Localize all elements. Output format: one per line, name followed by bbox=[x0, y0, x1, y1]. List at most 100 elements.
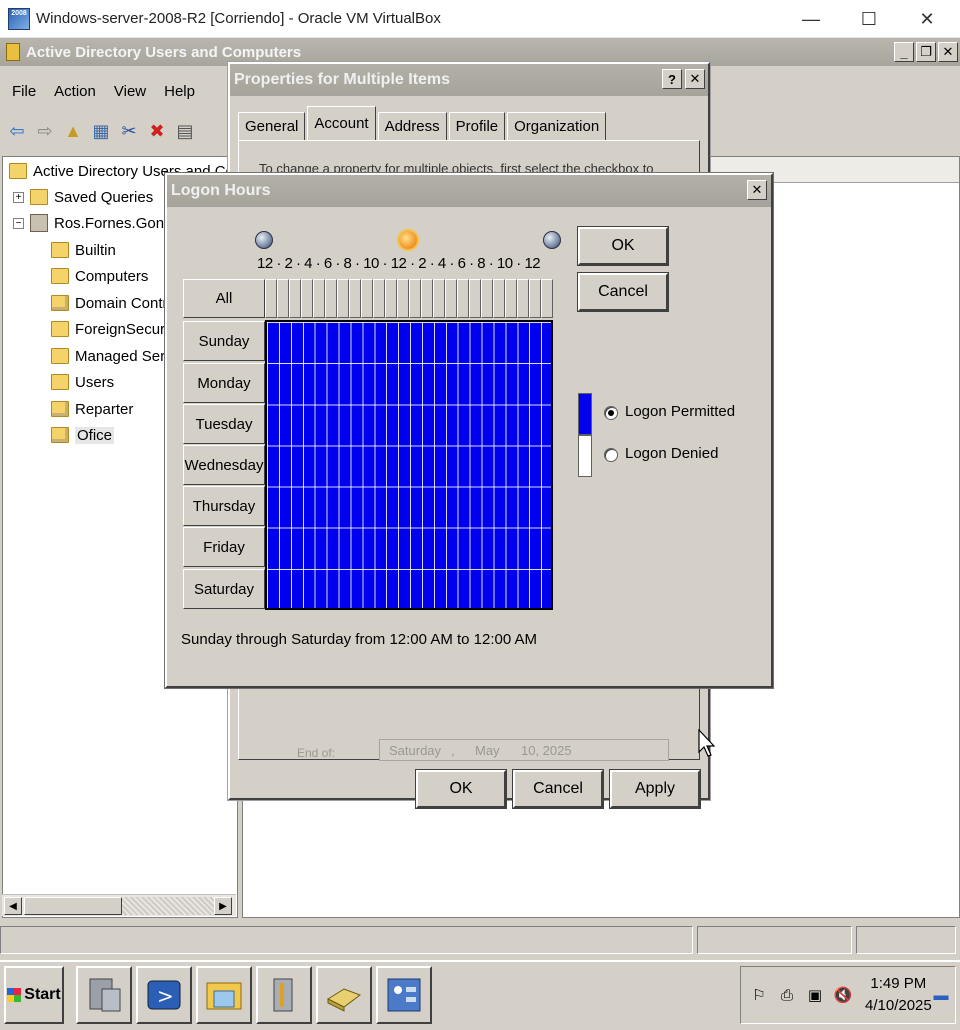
server-manager-icon[interactable] bbox=[76, 966, 132, 1024]
ad-tools-icon[interactable] bbox=[256, 966, 312, 1024]
hour-column-button[interactable] bbox=[277, 279, 289, 318]
tree-item-reparter[interactable]: Reparter bbox=[51, 397, 133, 421]
action-center-flag-icon[interactable]: ⚐ bbox=[749, 985, 769, 1005]
properties-cancel-button[interactable]: Cancel bbox=[512, 769, 604, 809]
hour-column-button[interactable] bbox=[337, 279, 349, 318]
tab-general[interactable]: General bbox=[238, 112, 306, 140]
explorer-icon[interactable] bbox=[196, 966, 252, 1024]
help-button[interactable]: ? bbox=[662, 69, 682, 89]
mmc-minimize-button[interactable]: _ bbox=[894, 42, 914, 62]
properties-apply-button[interactable]: Apply bbox=[609, 769, 701, 809]
tree-horizontal-scrollbar[interactable]: ◀ ▶ bbox=[2, 894, 236, 916]
hour-column-button[interactable] bbox=[397, 279, 409, 318]
date-weekday: Saturday bbox=[389, 743, 442, 758]
hour-column-button[interactable] bbox=[421, 279, 433, 318]
day-button-thursday[interactable]: Thursday bbox=[183, 486, 265, 526]
tree-item-domain-controllers[interactable]: Domain Control bbox=[51, 291, 179, 315]
properties-ok-button[interactable]: OK bbox=[415, 769, 507, 809]
mmc-close-button[interactable]: ✕ bbox=[938, 42, 958, 62]
show-desktop-icon[interactable]: ▬ bbox=[931, 985, 951, 1005]
hour-column-button[interactable] bbox=[541, 279, 553, 318]
safely-remove-hardware-icon[interactable]: ⎙ bbox=[777, 985, 797, 1005]
scroll-track[interactable] bbox=[122, 897, 214, 915]
up-folder-icon[interactable]: ▲ bbox=[62, 120, 84, 142]
logon-hours-close-button[interactable]: ✕ bbox=[747, 180, 767, 200]
menu-view[interactable]: View bbox=[114, 83, 146, 100]
menu-file[interactable]: File bbox=[12, 83, 36, 100]
volume-muted-icon[interactable]: 🔇 bbox=[833, 985, 853, 1005]
hour-column-button[interactable] bbox=[361, 279, 373, 318]
hour-column-button[interactable] bbox=[457, 279, 469, 318]
tab-account[interactable]: Account bbox=[307, 106, 376, 140]
close-button[interactable]: ✕ bbox=[898, 0, 956, 38]
day-button-tuesday[interactable]: Tuesday bbox=[183, 404, 265, 444]
clock[interactable]: 1:49 PM 4/10/2025 bbox=[865, 973, 932, 1017]
powershell-icon[interactable]: > bbox=[136, 966, 192, 1024]
tab-profile[interactable]: Profile bbox=[448, 112, 506, 140]
day-button-wednesday[interactable]: Wednesday bbox=[183, 445, 265, 485]
logon-cancel-button[interactable]: Cancel bbox=[577, 272, 669, 312]
tree-item-foreign-security[interactable]: ForeignSecurity bbox=[51, 317, 180, 341]
hour-column-button[interactable] bbox=[505, 279, 517, 318]
logon-hours-grid[interactable] bbox=[265, 320, 553, 610]
tree-item-builtin[interactable]: Builtin bbox=[51, 238, 116, 262]
hour-column-button[interactable] bbox=[301, 279, 313, 318]
hour-column-button[interactable] bbox=[469, 279, 481, 318]
cut-icon[interactable]: ✂ bbox=[118, 120, 140, 142]
control-panel-icon[interactable] bbox=[376, 966, 432, 1024]
logon-ok-button[interactable]: OK bbox=[577, 226, 669, 266]
tree-item-managed-service[interactable]: Managed Servic bbox=[51, 344, 183, 368]
back-icon[interactable]: ⇦ bbox=[6, 120, 28, 142]
day-button-saturday[interactable]: Saturday bbox=[183, 569, 265, 609]
day-button-monday[interactable]: Monday bbox=[183, 363, 265, 403]
scroll-left-icon[interactable]: ◀ bbox=[4, 897, 22, 915]
vbox-window-title: Windows-server-2008-R2 [Corriendo] - Ora… bbox=[36, 10, 441, 27]
network-icon[interactable]: ▣ bbox=[805, 985, 825, 1005]
delete-icon[interactable]: ✖ bbox=[146, 120, 168, 142]
hour-column-button[interactable] bbox=[313, 279, 325, 318]
tree-item-saved-queries[interactable]: + Saved Queries bbox=[13, 185, 153, 209]
minimize-button[interactable]: — bbox=[782, 0, 840, 38]
storage-icon[interactable] bbox=[316, 966, 372, 1024]
hour-column-button[interactable] bbox=[529, 279, 541, 318]
properties-icon[interactable]: ▤ bbox=[174, 120, 196, 142]
maximize-button[interactable]: ☐ bbox=[840, 0, 898, 38]
hour-column-button[interactable] bbox=[385, 279, 397, 318]
tree-item-users[interactable]: Users bbox=[51, 370, 114, 394]
menu-help[interactable]: Help bbox=[164, 83, 195, 100]
hour-column-button[interactable] bbox=[493, 279, 505, 318]
collapse-icon[interactable]: − bbox=[13, 217, 24, 229]
hour-column-button[interactable] bbox=[409, 279, 421, 318]
tab-organization[interactable]: Organization bbox=[507, 112, 607, 140]
day-button-sunday[interactable]: Sunday bbox=[183, 321, 265, 361]
tree-item-computers[interactable]: Computers bbox=[51, 264, 148, 288]
scroll-right-icon[interactable]: ▶ bbox=[214, 897, 232, 915]
hour-column-button[interactable] bbox=[481, 279, 493, 318]
hour-column-button[interactable] bbox=[433, 279, 445, 318]
status-cell bbox=[856, 926, 956, 954]
hour-column-button[interactable] bbox=[373, 279, 385, 318]
hour-column-button[interactable] bbox=[349, 279, 361, 318]
hour-column-button[interactable] bbox=[265, 279, 277, 318]
noon-sun-icon bbox=[399, 231, 417, 249]
menu-action[interactable]: Action bbox=[54, 83, 96, 100]
hour-column-button[interactable] bbox=[517, 279, 529, 318]
scroll-thumb[interactable] bbox=[24, 897, 122, 915]
day-button-friday[interactable]: Friday bbox=[183, 527, 265, 567]
start-button[interactable]: Start bbox=[4, 966, 64, 1024]
forward-icon[interactable]: ⇨ bbox=[34, 120, 56, 142]
hour-column-button[interactable] bbox=[325, 279, 337, 318]
logon-permitted-radio[interactable] bbox=[604, 406, 618, 420]
properties-close-button[interactable]: ✕ bbox=[685, 69, 705, 89]
tree-item-domain[interactable]: − Ros.Fornes.Gonzal bbox=[13, 211, 183, 235]
tree-item-ofice[interactable]: Ofice bbox=[51, 423, 115, 447]
hour-column-button[interactable] bbox=[445, 279, 457, 318]
select-all-button[interactable]: All bbox=[183, 279, 265, 318]
hour-column-button[interactable] bbox=[289, 279, 301, 318]
expand-icon[interactable]: + bbox=[13, 191, 24, 203]
tab-address[interactable]: Address bbox=[377, 112, 447, 140]
mouse-cursor-icon bbox=[698, 728, 715, 757]
show-hide-tree-icon[interactable]: ▦ bbox=[90, 120, 112, 142]
mmc-restore-button[interactable]: ❐ bbox=[916, 42, 936, 62]
logon-denied-radio[interactable] bbox=[604, 448, 618, 462]
